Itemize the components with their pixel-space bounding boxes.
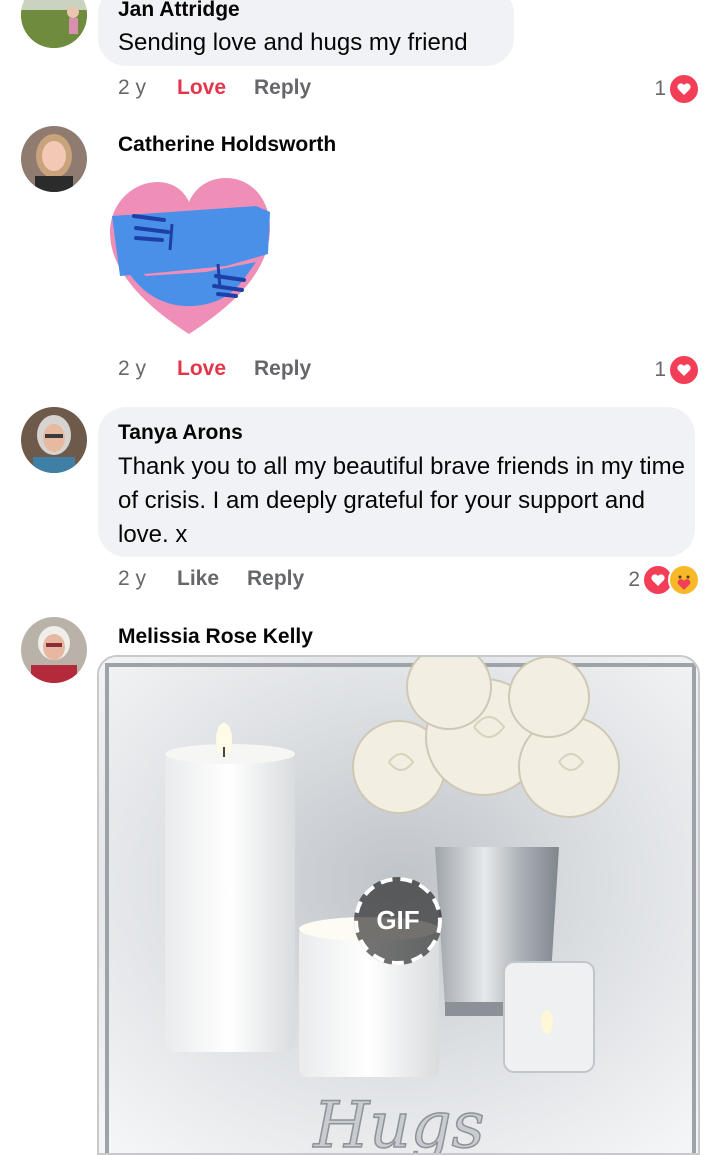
gif-play-icon[interactable]: GIF xyxy=(350,873,446,969)
reply-button[interactable]: Reply xyxy=(254,76,311,100)
comment-author[interactable]: Catherine Holdsworth xyxy=(118,133,336,157)
reaction-count: 1 xyxy=(654,358,666,381)
comment-timestamp[interactable]: 2 y xyxy=(118,76,146,100)
avatar-catherine[interactable] xyxy=(21,126,87,192)
comment-author[interactable]: Melissia Rose Kelly xyxy=(118,625,313,649)
care-reaction-icon xyxy=(668,564,700,596)
love-button[interactable]: Love xyxy=(177,357,226,381)
comment-bubble-tanya[interactable]: Tanya Arons Thank you to all my beautifu… xyxy=(98,407,695,557)
reaction-summary[interactable]: 1 xyxy=(654,73,700,105)
reaction-count: 1 xyxy=(654,77,666,100)
heart-hug-sticker[interactable] xyxy=(106,176,272,338)
avatar-melissia[interactable] xyxy=(21,617,87,683)
gif-caption: Hugs xyxy=(313,1089,485,1155)
heart-reaction-icon xyxy=(668,73,700,105)
heart-reaction-icon xyxy=(668,354,700,386)
reaction-summary[interactable]: 1 xyxy=(654,354,700,386)
comment-bubble-jan[interactable]: Jan Attridge Sending love and hugs my fr… xyxy=(98,0,514,66)
reply-button[interactable]: Reply xyxy=(247,567,304,591)
comment-timestamp[interactable]: 2 y xyxy=(118,567,146,591)
reply-button[interactable]: Reply xyxy=(254,357,311,381)
reaction-count: 2 xyxy=(628,568,640,591)
comment-text: Sending love and hugs my friend xyxy=(118,29,468,56)
comment-author[interactable]: Tanya Arons xyxy=(118,421,243,445)
reaction-summary[interactable]: 2 xyxy=(628,564,700,596)
avatar-jan[interactable] xyxy=(21,0,87,48)
gif-label: GIF xyxy=(376,905,420,935)
like-button[interactable]: Like xyxy=(177,567,219,591)
comment-author[interactable]: Jan Attridge xyxy=(118,0,240,22)
avatar-tanya[interactable] xyxy=(21,407,87,473)
comment-timestamp[interactable]: 2 y xyxy=(118,357,146,381)
comment-text: Thank you to all my beautiful brave frie… xyxy=(118,453,685,548)
love-button[interactable]: Love xyxy=(177,76,226,100)
